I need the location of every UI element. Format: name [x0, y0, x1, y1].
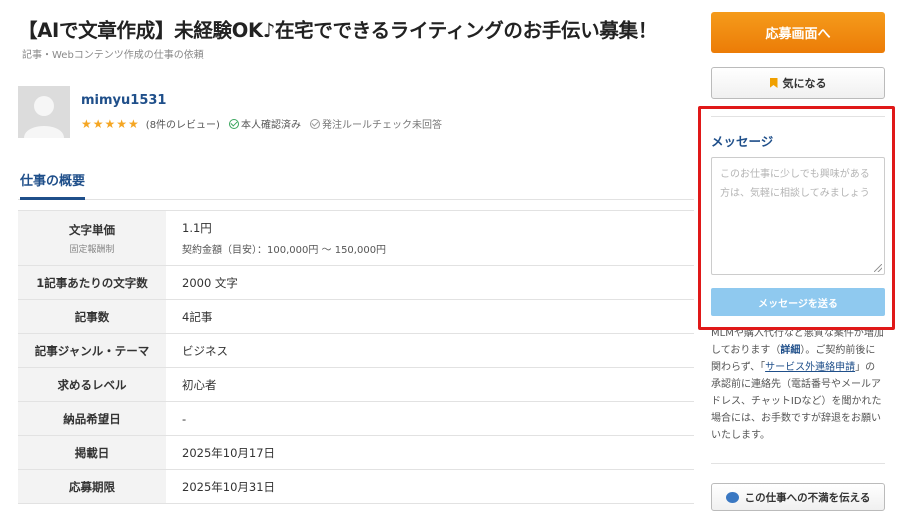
row-label: 文字単価 固定報酬制 [18, 210, 166, 266]
table-row: 記事ジャンル・テーマ ビジネス [18, 333, 694, 368]
bookmark-icon [769, 78, 778, 88]
table-row: 応募期限 2025年10月31日 [18, 469, 694, 504]
row-sub-value: 契約金額（目安）：100,000円 〜 150,000円 [182, 245, 387, 256]
row-value: 1.1円 契約金額（目安）：100,000円 〜 150,000円 [166, 211, 694, 266]
row-label: 掲載日 [18, 435, 166, 470]
client-name[interactable]: mimyu1531 [81, 93, 166, 108]
review-count[interactable]: (8件のレビュー) [146, 116, 220, 131]
favorite-label: 気になる [782, 77, 827, 90]
row-value: 2025年10月31日 [182, 479, 276, 494]
detail-link[interactable]: 詳細 [780, 345, 800, 356]
client-meta: ★★★★★ (8件のレビュー) 本人確認済み 発注ルールチェック未回答 [81, 116, 451, 132]
rule-check-badge: 発注ルールチェック未回答 [309, 116, 442, 131]
row-sub-label: 固定報酬制 [69, 244, 115, 255]
row-value: 2025年10月17日 [182, 445, 276, 460]
row-label: 納品希望日 [18, 401, 166, 436]
warning-notice: MLMや購入代行など悪質な案件が増加しております（詳細）。ご契約前後に関わらず、… [711, 328, 884, 441]
row-value: ビジネス [182, 343, 228, 358]
job-spec-table: 文字単価 固定報酬制 1.1円 契約金額（目安）：100,000円 〜 150,… [18, 210, 694, 504]
table-row: 記事数 4記事 [18, 299, 694, 334]
report-job-button[interactable]: この仕事への不満を伝える [711, 483, 885, 511]
row-value: 2000 文字 [182, 275, 238, 290]
apply-button[interactable]: 応募画面へ [711, 12, 885, 53]
table-row: 納品希望日 - [18, 401, 694, 436]
row-value: 初心者 [182, 377, 217, 392]
external-contact-request-link[interactable]: サービス外連絡申請 [765, 362, 855, 373]
table-row: 掲載日 2025年10月17日 [18, 435, 694, 470]
row-label: 応募期限 [18, 469, 166, 504]
client-info: mimyu1531 ★★★★★ (8件のレビュー) 本人確認済み 発注ルールチェ… [18, 86, 694, 138]
breadcrumb[interactable]: 記事・Webコンテンツ作成の仕事の依頼 [22, 46, 204, 61]
row-label: 1記事あたりの文字数 [18, 265, 166, 300]
row-label: 記事数 [18, 299, 166, 334]
row-value: - [182, 411, 187, 426]
check-circle-icon [228, 118, 239, 129]
overview-section-header: 仕事の概要 [18, 160, 694, 200]
check-circle-icon [309, 118, 320, 129]
table-row: 求めるレベル 初心者 [18, 367, 694, 402]
divider [711, 463, 885, 464]
favorite-button[interactable]: 気になる [711, 67, 885, 99]
report-label: この仕事への不満を伝える [744, 491, 871, 504]
row-value: 4記事 [182, 309, 213, 324]
row-label: 求めるレベル [18, 367, 166, 402]
verified-badge: 本人確認済み [228, 116, 301, 131]
avatar[interactable] [18, 86, 70, 138]
job-title: 【AIで文章作成】未経験OK♪在宅でできるライティングのお手伝い募集！ [18, 19, 658, 42]
highlight-box [698, 106, 895, 330]
table-row: 文字単価 固定報酬制 1.1円 契約金額（目安）：100,000円 〜 150,… [18, 210, 694, 266]
table-row: 1記事あたりの文字数 2000 文字 [18, 265, 694, 300]
rule-check-label: 発注ルールチェック未回答 [321, 120, 442, 131]
row-label: 記事ジャンル・テーマ [18, 333, 166, 368]
verified-label: 本人確認済み [240, 120, 301, 131]
user-silhouette-icon [18, 86, 70, 138]
rating-stars: ★★★★★ [81, 116, 140, 131]
chat-bubble-icon [725, 486, 739, 503]
overview-title: 仕事の概要 [20, 170, 86, 200]
